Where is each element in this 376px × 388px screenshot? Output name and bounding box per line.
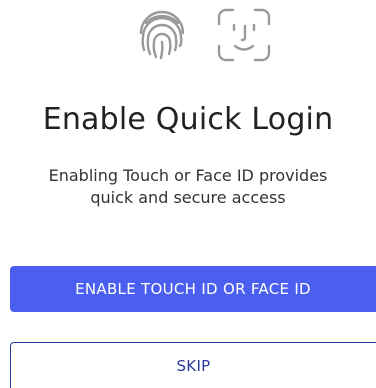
auth-icons — [0, 6, 376, 64]
enable-touch-face-id-button[interactable]: ENABLE TOUCH ID OR FACE ID — [10, 266, 376, 312]
page-subtitle: Enabling Touch or Face ID provides quick… — [48, 166, 328, 207]
face-id-icon — [217, 8, 271, 62]
skip-button[interactable]: SKIP — [10, 342, 376, 388]
fingerprint-icon — [139, 10, 185, 60]
page-title: Enable Quick Login — [42, 102, 334, 137]
